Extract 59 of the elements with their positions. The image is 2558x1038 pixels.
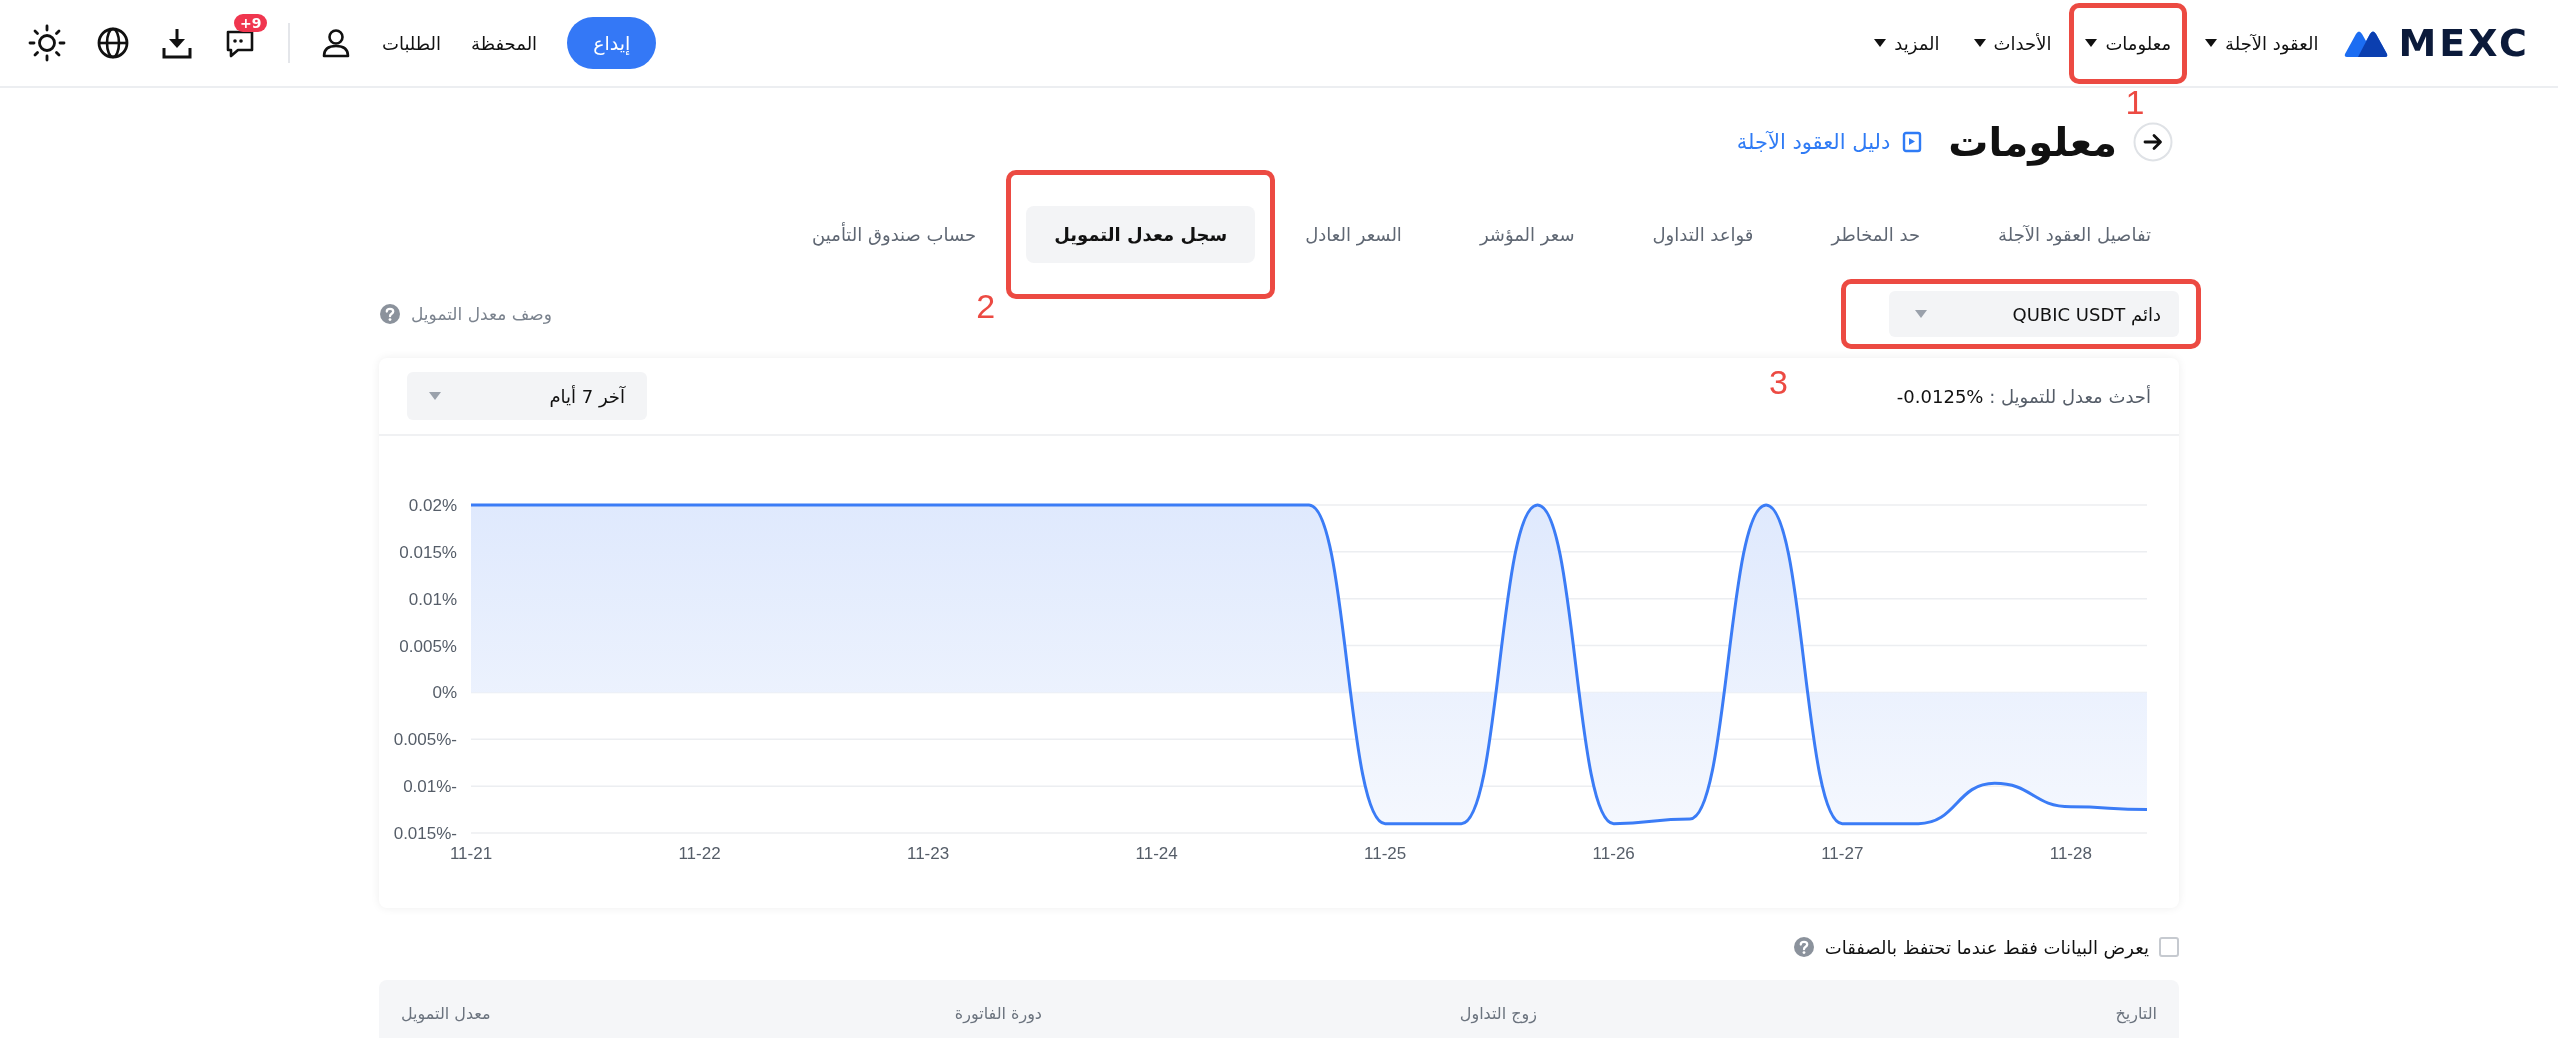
x-axis-label: 11-26: [1592, 844, 1635, 863]
period-select[interactable]: آخر 7 أيام: [407, 372, 647, 420]
caret-icon: [1874, 39, 1887, 47]
nav-menu-item[interactable]: المزيد: [1874, 32, 1940, 54]
funding-description-link[interactable]: وصف معدل التمويل: [411, 304, 552, 324]
sun-icon[interactable]: [28, 24, 66, 62]
logo-text[interactable]: MEXC: [2398, 21, 2530, 65]
column-header: دورة الفاتورة: [953, 1003, 1042, 1023]
x-axis-label: 11-21: [449, 844, 493, 863]
download-icon[interactable]: [160, 26, 194, 60]
x-axis-label: 11-24: [1135, 844, 1178, 863]
column-header: معدل التمويل: [401, 1003, 492, 1023]
user-icon[interactable]: [320, 27, 352, 59]
x-axis-label: 11-28: [2049, 844, 2092, 863]
callout-number: 3: [1769, 365, 1788, 399]
header-link[interactable]: المحفظة: [471, 32, 538, 54]
caret-icon: [1915, 310, 1927, 318]
deposit-button[interactable]: إيداع: [567, 17, 657, 69]
caret-icon: [2085, 39, 2098, 47]
x-axis-label: 11-27: [1821, 844, 1864, 863]
y-axis-label: 0.005%: [399, 636, 457, 656]
column-header: التاريخ: [2114, 1003, 2157, 1023]
y-axis-label: 0.015%: [399, 542, 457, 562]
tab[interactable]: حد المخاطر: [1803, 205, 1948, 263]
y-axis-label: 0.01%: [408, 589, 457, 609]
x-axis-label: 11-23: [907, 844, 950, 863]
checkbox-label: يعرض البيانات فقط عندما تحتفظ بالصفقات: [1824, 936, 2149, 958]
caret-icon: [429, 392, 441, 400]
page-title: معلومات: [1948, 119, 2117, 165]
symbol-select[interactable]: دائم QUBIC USDT: [1889, 291, 2179, 337]
tab[interactable]: السعر العادل: [1277, 205, 1430, 263]
help-icon[interactable]: [379, 303, 401, 325]
tab[interactable]: سجل معدل التمويل: [1026, 205, 1256, 263]
callout-number: 2: [976, 288, 996, 323]
caret-icon: [2205, 39, 2218, 47]
x-axis-label: 11-25: [1364, 844, 1407, 863]
nav-menu-item[interactable]: معلومات: [2085, 32, 2172, 54]
notification-badge: +9: [234, 14, 268, 32]
column-header: زوج التداول: [1458, 1003, 1537, 1023]
y-axis-label: 0%: [432, 683, 457, 703]
x-axis-label: 11-22: [678, 844, 721, 863]
help-icon[interactable]: [1792, 936, 1815, 958]
document-icon: [1902, 131, 1923, 153]
y-axis-label: 0.015%-: [393, 824, 457, 843]
nav-menu-item[interactable]: العقود الآجلة: [2205, 32, 2319, 54]
globe-icon[interactable]: [96, 26, 130, 60]
caret-icon: [1973, 39, 1986, 47]
header-link[interactable]: الطلبات: [382, 32, 442, 54]
tab[interactable]: قواعد التداول: [1624, 205, 1782, 263]
guide-link[interactable]: دليل العقود الآجلة: [1736, 130, 1891, 154]
nav-menu-item[interactable]: الأحداث: [1973, 32, 2052, 54]
y-axis-label: 0.01%-: [403, 777, 457, 797]
callout-number: 1: [2125, 84, 2145, 119]
checkbox[interactable]: [2159, 937, 2179, 957]
tab[interactable]: حساب صندوق التأمين: [784, 205, 1005, 263]
y-axis-label: 0.02%: [408, 496, 457, 515]
tab[interactable]: تفاصيل العقود الآجلة: [1970, 205, 2179, 263]
tab[interactable]: سعر المؤشر: [1451, 205, 1603, 263]
y-axis-label: 0.005%-: [393, 730, 457, 750]
